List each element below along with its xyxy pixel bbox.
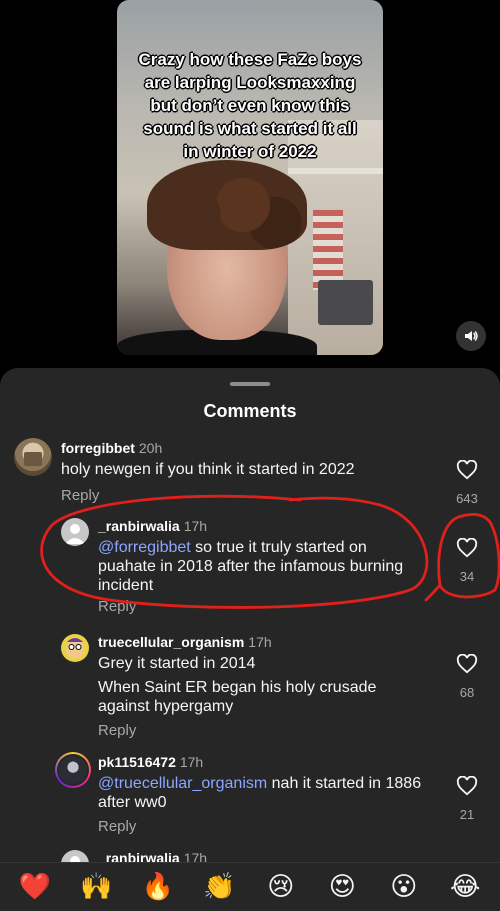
comment-item: _ranbirwalia 17h @forregibbet so true it … <box>0 516 500 616</box>
comment-username[interactable]: pk11516472 17h <box>98 754 203 770</box>
surprised-emoji-button[interactable]: 😮 <box>384 872 424 902</box>
heart-eyes-emoji-button[interactable]: 😍 <box>322 872 362 902</box>
like-button[interactable]: 34 <box>447 537 487 584</box>
reply-button[interactable]: Reply <box>98 598 136 615</box>
comment-username[interactable]: _ranbirwalia 17h <box>98 518 207 534</box>
video-person-hair <box>147 160 307 250</box>
raising-hands-emoji-button[interactable]: 🙌 <box>76 872 116 902</box>
comment-text-line: When Saint ER began his holy crusade aga… <box>98 679 377 715</box>
reply-button[interactable]: Reply <box>61 487 99 504</box>
avatar[interactable] <box>61 634 89 662</box>
comment-item: forregibbet 20h holy newgen if you think … <box>0 436 500 516</box>
laughing-emoji-button[interactable]: 😂 <box>445 872 485 902</box>
cartoon-avatar-icon <box>66 638 84 658</box>
video-box <box>318 280 373 325</box>
comment-text: @truecellular_organism nah it started in… <box>98 775 422 811</box>
comment-time: 17h <box>183 518 208 534</box>
comment-username[interactable]: truecellular_organism 17h <box>98 634 272 650</box>
comment-item: pk11516472 17h @truecellular_organism nah… <box>0 752 500 842</box>
video-caption: Crazy how these FaZe boys are larping Lo… <box>138 50 362 161</box>
comment-item: truecellular_organism 17h Grey it started… <box>0 632 500 742</box>
comment-time: 17h <box>248 634 272 650</box>
mute-button[interactable] <box>456 321 486 351</box>
avatar[interactable] <box>61 518 89 546</box>
mention-link[interactable]: @truecellular_organism <box>98 775 267 792</box>
fire-emoji-button[interactable]: 🔥 <box>138 872 178 902</box>
heart-icon <box>456 537 478 558</box>
crying-emoji-button[interactable]: 😢 <box>261 872 301 902</box>
like-count: 21 <box>459 807 475 822</box>
heart-icon <box>456 775 478 796</box>
avatar[interactable] <box>14 438 52 476</box>
video-shelf <box>288 168 383 174</box>
comment-time: 20h <box>138 440 163 456</box>
heart-icon <box>456 653 478 674</box>
comment-text: holy newgen if you think it started in 2… <box>61 461 355 478</box>
like-count: 68 <box>459 685 475 700</box>
comment-time: 17h <box>179 754 204 770</box>
sheet-grabber[interactable] <box>230 382 270 386</box>
mention-link[interactable]: @forregibbet <box>98 539 191 556</box>
video-player[interactable]: Crazy how these FaZe boys are larping Lo… <box>117 0 383 355</box>
comment-username[interactable]: forregibbet 20h <box>61 440 162 456</box>
like-button[interactable]: 643 <box>447 459 487 506</box>
heart-emoji-button[interactable]: ❤️ <box>15 872 55 902</box>
avatar-story-ring[interactable] <box>55 752 91 788</box>
like-count: 643 <box>456 491 478 506</box>
heart-icon <box>456 459 478 480</box>
default-avatar-icon <box>65 524 85 544</box>
like-button[interactable]: 21 <box>447 775 487 822</box>
clapping-emoji-button[interactable]: 👏 <box>199 872 239 902</box>
comments-sheet: Comments forregibbet 20h holy newgen if y… <box>0 368 500 911</box>
emoji-reaction-bar: ❤️ 🙌 🔥 👏 😢 😍 😮 😂 <box>0 862 500 911</box>
video-area: Crazy how these FaZe boys are larping Lo… <box>0 0 500 372</box>
like-button[interactable]: 68 <box>447 653 487 700</box>
video-blanket <box>313 210 343 290</box>
reply-button[interactable]: Reply <box>98 818 136 835</box>
like-count: 34 <box>459 569 475 584</box>
comment-text: @forregibbet so true it truly started on… <box>98 539 404 594</box>
reply-button[interactable]: Reply <box>98 722 136 739</box>
speaker-icon <box>465 331 478 341</box>
comment-text-line: Grey it started in 2014 <box>98 655 256 672</box>
sheet-title: Comments <box>203 401 297 421</box>
